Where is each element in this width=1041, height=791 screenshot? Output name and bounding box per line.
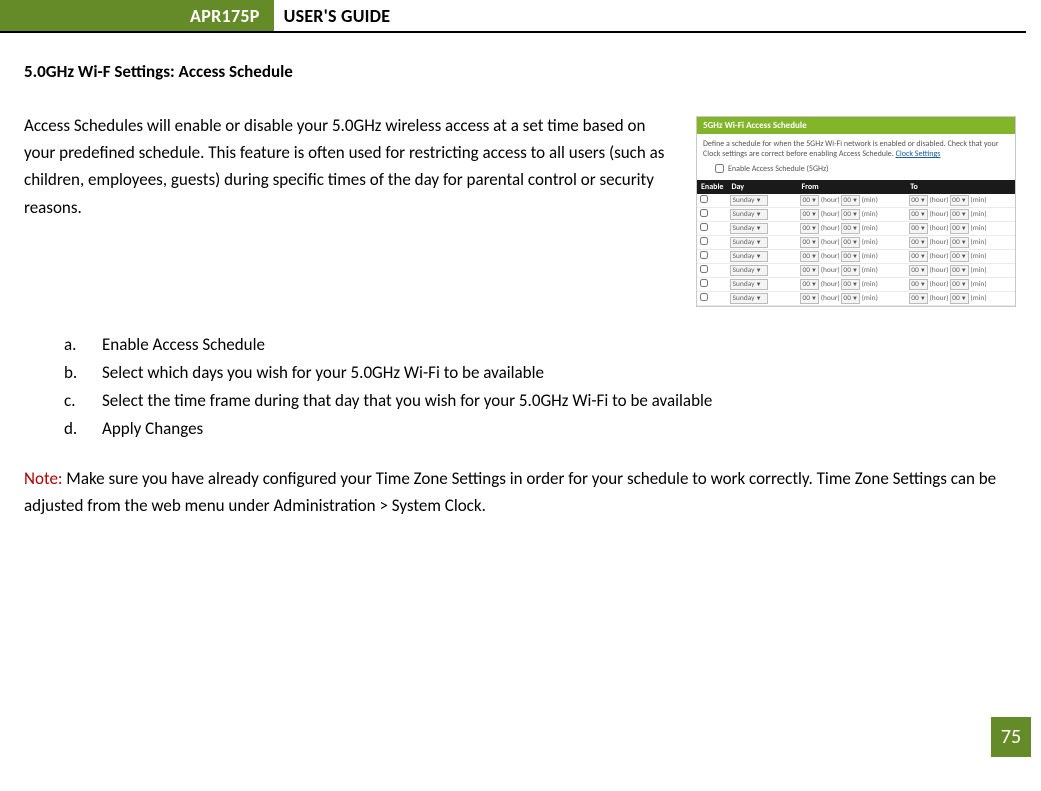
select[interactable]: 00▼ [950, 293, 969, 304]
select[interactable]: 00▼ [950, 223, 969, 234]
page-number: 75 [991, 717, 1031, 757]
col-enable: Enable [697, 180, 727, 194]
step-list: a.Enable Access Scheduleb.Select which d… [64, 331, 1017, 443]
note-paragraph: Note: Make sure you have already configu… [24, 465, 1017, 519]
row-enable-checkbox[interactable] [700, 237, 708, 245]
select[interactable]: Sunday▼ [730, 223, 768, 234]
select[interactable]: 00▼ [950, 237, 969, 248]
table-row: Sunday▼00▼ (hour) 00▼ (min)00▼ (hour) 00… [697, 235, 1015, 249]
doc-header: APR175P USER'S GUIDE [0, 0, 1026, 33]
row-enable-checkbox[interactable] [700, 209, 708, 217]
select[interactable]: 00▼ [800, 195, 819, 206]
row-enable-checkbox[interactable] [700, 293, 708, 301]
col-to: To [906, 180, 1015, 194]
step-text: Enable Access Schedule [102, 331, 265, 359]
select[interactable]: 00▼ [841, 223, 860, 234]
select[interactable]: 00▼ [909, 237, 928, 248]
step-item: d.Apply Changes [64, 415, 1017, 443]
row-enable-checkbox[interactable] [700, 195, 708, 203]
select[interactable]: 00▼ [909, 209, 928, 220]
page-content: 5.0GHz Wi-F Settings: Access Schedule Ac… [0, 33, 1041, 519]
select[interactable]: Sunday▼ [730, 195, 768, 206]
select[interactable]: 00▼ [950, 279, 969, 290]
step-text: Apply Changes [102, 415, 203, 443]
select[interactable]: 00▼ [950, 209, 969, 220]
select[interactable]: 00▼ [950, 251, 969, 262]
table-row: Sunday▼00▼ (hour) 00▼ (min)00▼ (hour) 00… [697, 263, 1015, 277]
select[interactable]: Sunday▼ [730, 279, 768, 290]
row-enable-checkbox[interactable] [700, 251, 708, 259]
select[interactable]: 00▼ [909, 279, 928, 290]
section-heading: 5.0GHz Wi-F Settings: Access Schedule [24, 61, 1017, 82]
select[interactable]: 00▼ [909, 251, 928, 262]
step-item: c.Select the time frame during that day … [64, 387, 1017, 415]
doc-title: USER'S GUIDE [274, 0, 391, 31]
thumb-description: Define a schedule for when the 5GHz Wi-F… [697, 134, 1015, 164]
select[interactable]: 00▼ [800, 223, 819, 234]
row-enable-checkbox[interactable] [700, 223, 708, 231]
select[interactable]: Sunday▼ [730, 237, 768, 248]
select[interactable]: 00▼ [800, 293, 819, 304]
select[interactable]: 00▼ [841, 293, 860, 304]
table-row: Sunday▼00▼ (hour) 00▼ (min)00▼ (hour) 00… [697, 277, 1015, 291]
step-marker: b. [64, 359, 102, 387]
select[interactable]: 00▼ [800, 209, 819, 220]
schedule-table: Enable Day From To Sunday▼00▼ (hour) 00▼… [697, 180, 1015, 306]
select[interactable]: Sunday▼ [730, 209, 768, 220]
intro-paragraph: Access Schedules will enable or disable … [24, 112, 674, 221]
select[interactable]: 00▼ [800, 265, 819, 276]
select[interactable]: 00▼ [909, 265, 928, 276]
select[interactable]: 00▼ [950, 195, 969, 206]
product-badge: APR175P [0, 0, 274, 31]
select[interactable]: 00▼ [909, 195, 928, 206]
row-enable-checkbox[interactable] [700, 279, 708, 287]
row-enable-checkbox[interactable] [700, 265, 708, 273]
enable-schedule-checkbox[interactable] [715, 164, 724, 173]
select[interactable]: 00▼ [841, 195, 860, 206]
select[interactable]: Sunday▼ [730, 265, 768, 276]
step-marker: a. [64, 331, 102, 359]
enable-schedule-label: Enable Access Schedule (5GHz) [728, 164, 829, 174]
select[interactable]: 00▼ [841, 265, 860, 276]
thumb-title: 5GHz Wi-Fi Access Schedule [697, 117, 1015, 134]
step-marker: c. [64, 387, 102, 415]
clock-settings-link[interactable]: Clock Settings [896, 149, 941, 159]
table-row: Sunday▼00▼ (hour) 00▼ (min)00▼ (hour) 00… [697, 207, 1015, 221]
col-from: From [797, 180, 906, 194]
select[interactable]: 00▼ [841, 209, 860, 220]
note-label: Note: [24, 468, 62, 489]
select[interactable]: 00▼ [841, 279, 860, 290]
note-text: Make sure you have already configured yo… [24, 468, 996, 516]
select[interactable]: 00▼ [841, 237, 860, 248]
table-row: Sunday▼00▼ (hour) 00▼ (min)00▼ (hour) 00… [697, 249, 1015, 263]
settings-screenshot: 5GHz Wi-Fi Access Schedule Define a sche… [696, 116, 1016, 307]
step-item: a.Enable Access Schedule [64, 331, 1017, 359]
select[interactable]: 00▼ [800, 237, 819, 248]
step-text: Select which days you wish for your 5.0G… [102, 359, 544, 387]
col-day: Day [727, 180, 797, 194]
table-row: Sunday▼00▼ (hour) 00▼ (min)00▼ (hour) 00… [697, 291, 1015, 305]
step-marker: d. [64, 415, 102, 443]
step-text: Select the time frame during that day th… [102, 387, 712, 415]
select[interactable]: Sunday▼ [730, 251, 768, 262]
step-item: b.Select which days you wish for your 5.… [64, 359, 1017, 387]
select[interactable]: 00▼ [841, 251, 860, 262]
select[interactable]: 00▼ [909, 223, 928, 234]
select[interactable]: 00▼ [800, 251, 819, 262]
select[interactable]: 00▼ [950, 265, 969, 276]
table-row: Sunday▼00▼ (hour) 00▼ (min)00▼ (hour) 00… [697, 221, 1015, 235]
table-row: Sunday▼00▼ (hour) 00▼ (min)00▼ (hour) 00… [697, 194, 1015, 208]
select[interactable]: Sunday▼ [730, 293, 768, 304]
select[interactable]: 00▼ [800, 279, 819, 290]
select[interactable]: 00▼ [909, 293, 928, 304]
